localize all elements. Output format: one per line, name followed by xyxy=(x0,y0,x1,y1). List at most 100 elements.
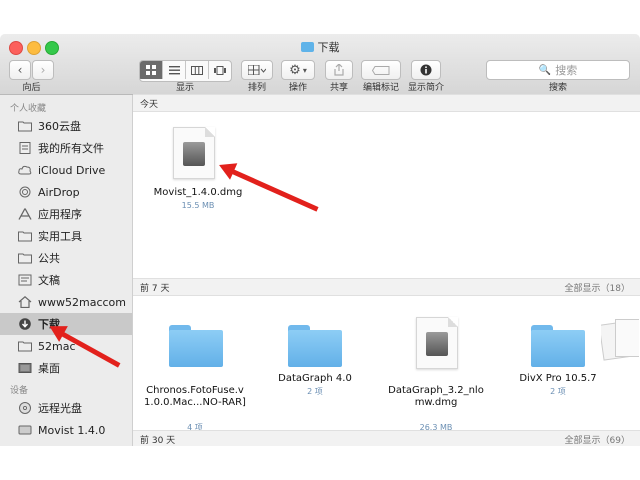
dmg-file-icon[interactable] xyxy=(416,317,458,369)
arrange-button[interactable] xyxy=(241,60,273,80)
get-info-button[interactable] xyxy=(411,60,441,80)
share-button[interactable] xyxy=(325,60,353,80)
sidebar-item[interactable]: 远程光盘 xyxy=(0,397,132,419)
desktop-icon xyxy=(18,363,32,373)
disc-icon xyxy=(19,402,31,414)
sidebar-item[interactable]: iCloud Drive xyxy=(0,159,132,181)
folder-icon xyxy=(18,121,32,132)
item-count: 2 项 xyxy=(307,387,323,396)
all-files-icon xyxy=(19,142,31,154)
column-view-button[interactable] xyxy=(186,61,209,79)
folder-icon[interactable] xyxy=(531,325,585,367)
folder-icon[interactable] xyxy=(169,325,223,367)
view-mode-control[interactable] xyxy=(139,60,232,82)
section-previous-30-days: 前 30 天 全部显示（69） xyxy=(133,430,640,446)
cloud-icon xyxy=(18,165,32,175)
arrange-label: 排列 xyxy=(247,83,266,93)
sidebar: 个人收藏 360云盘我的所有文件 iCloud Drive AirDrop 应用程序实… xyxy=(0,95,133,446)
file-name: DataGraph_3.2_nlo mw.dmg xyxy=(388,385,484,408)
chevron-left-icon: ‹ xyxy=(17,63,23,77)
search-field[interactable]: 🔍 搜索 xyxy=(486,60,630,80)
chevron-down-icon: ▾ xyxy=(302,65,307,75)
finder-window: 下载 ‹ › 向后 显示 排列 ⚙ ▾ 操作 共享 编辑标记 显示简介 🔍 搜索 搜… xyxy=(0,34,640,446)
file-name: Movist_1.4.0.dmg xyxy=(153,187,243,198)
show-all-week-link[interactable]: 全部显示（18） xyxy=(565,281,630,294)
search-icon: 🔍 xyxy=(538,64,552,76)
sidebar-item[interactable]: www52maccom xyxy=(0,291,132,313)
home-icon xyxy=(18,296,32,308)
action-label: 操作 xyxy=(288,83,307,93)
back-button[interactable]: ‹ xyxy=(9,60,31,80)
sidebar-item-label: 公共 xyxy=(38,252,60,265)
sidebar-item[interactable]: 我的所有文件 xyxy=(0,137,132,159)
sidebar-item[interactable]: 下载 xyxy=(0,313,132,335)
info-icon xyxy=(420,64,432,76)
sidebar-item-label: 360云盘 xyxy=(38,120,81,133)
section-month-title: 前 30 天 xyxy=(140,436,176,446)
favorites-heading: 个人收藏 xyxy=(10,104,47,114)
gear-icon: ⚙ xyxy=(289,62,301,78)
sidebar-item[interactable]: 公共 xyxy=(0,247,132,269)
folder-icon xyxy=(18,231,32,242)
section-today: 今天 xyxy=(133,94,640,112)
forward-button[interactable]: › xyxy=(32,60,54,80)
file-name: DivX Pro 10.5.7 xyxy=(519,373,597,384)
sidebar-item[interactable]: 应用程序 xyxy=(0,203,132,225)
file-name: Chronos.FotoFuse.v 1.0.0.Mac...NO-RAR] xyxy=(144,385,246,408)
sidebar-item-label: 应用程序 xyxy=(38,208,82,221)
edit-tags-label: 编辑标记 xyxy=(362,83,399,93)
toolbar: 下载 ‹ › 向后 显示 排列 ⚙ ▾ 操作 共享 编辑标记 显示简介 🔍 搜索 搜… xyxy=(0,34,640,95)
sidebar-item-label: 桌面 xyxy=(38,362,60,375)
applications-icon xyxy=(18,208,32,220)
devices-heading: 设备 xyxy=(10,386,29,396)
chevron-right-icon: › xyxy=(40,63,46,77)
sidebar-item[interactable]: Movist 1.4.0 xyxy=(0,419,132,441)
sidebar-item-label: 实用工具 xyxy=(38,230,82,243)
file-item[interactable]: Movist_1.4.0.dmg 15.5 MB xyxy=(143,187,253,212)
folder-icon xyxy=(300,42,314,52)
folder-icon[interactable] xyxy=(288,325,342,367)
file-name: DataGraph 4.0 xyxy=(278,373,352,384)
sidebar-item-label: Movist 1.4.0 xyxy=(38,423,106,437)
icon-view-button[interactable] xyxy=(140,61,163,79)
show-all-month-link[interactable]: 全部显示（69） xyxy=(565,433,630,446)
sidebar-item[interactable]: 360云盘 xyxy=(0,115,132,137)
sidebar-item-label: 远程光盘 xyxy=(38,402,82,415)
sidebar-item-label: www52maccom xyxy=(38,295,126,309)
list-view-button[interactable] xyxy=(163,61,186,79)
action-button[interactable]: ⚙ ▾ xyxy=(281,60,315,80)
disk-icon xyxy=(18,425,32,435)
item-count: 2 项 xyxy=(550,387,566,396)
section-today-title: 今天 xyxy=(140,100,159,110)
dmg-file-icon[interactable] xyxy=(173,127,215,179)
folder-icon xyxy=(18,253,32,264)
document-icon xyxy=(18,274,32,286)
sidebar-item[interactable]: 文稿 xyxy=(0,269,132,291)
view-label: 显示 xyxy=(175,83,194,93)
share-label: 共享 xyxy=(329,83,348,93)
file-browser: 今天 Movist_1.4.0.dmg 15.5 MB 前 7 天 全部显示（18… xyxy=(133,94,640,446)
sidebar-item[interactable]: AirDrop xyxy=(0,181,132,203)
cover-flow-icon xyxy=(214,65,226,75)
grid-icon xyxy=(146,65,156,75)
tag-icon xyxy=(372,65,390,75)
section-week-title: 前 7 天 xyxy=(140,284,170,294)
edit-tags-button[interactable] xyxy=(361,60,401,80)
file-size: 15.5 MB xyxy=(181,201,215,210)
search-label: 搜索 xyxy=(548,83,567,93)
airdrop-icon xyxy=(19,186,31,198)
cover-flow-button[interactable] xyxy=(209,61,231,79)
folder-icon xyxy=(18,341,32,352)
section-previous-7-days: 前 7 天 全部显示（18） xyxy=(133,278,640,296)
file-item[interactable]: DivX Pro 10.5.7 2 项 xyxy=(505,373,611,398)
sidebar-item-label: 文稿 xyxy=(38,274,60,287)
sidebar-item-label: 我的所有文件 xyxy=(38,142,104,155)
window-title-text: 下载 xyxy=(317,41,340,54)
file-item[interactable]: DataGraph 4.0 2 项 xyxy=(263,373,367,398)
photo-stack-icon[interactable] xyxy=(601,317,639,361)
share-icon xyxy=(334,64,344,76)
list-icon xyxy=(168,65,180,74)
sidebar-item[interactable]: 实用工具 xyxy=(0,225,132,247)
columns-icon xyxy=(191,65,203,75)
back-label: 向后 xyxy=(22,83,41,93)
